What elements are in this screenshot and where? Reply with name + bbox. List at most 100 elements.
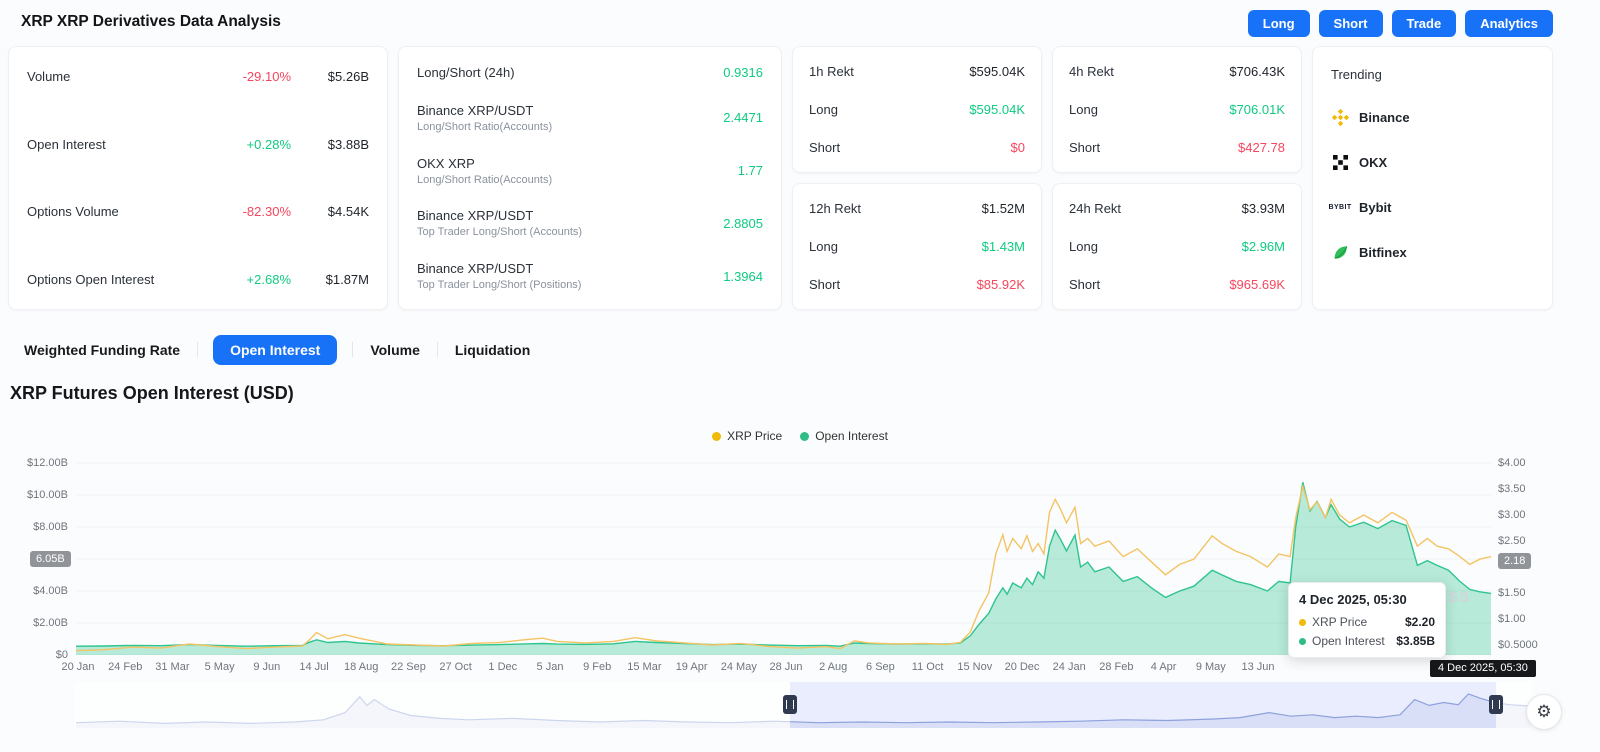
rekt-short-label: Short (1069, 140, 1100, 155)
axis-tick-label: 6 Sep (866, 661, 895, 673)
tooltip-series-label: Open Interest (1312, 634, 1390, 648)
overview-row-options-open-interest: Options Open Interest +2.68% $1.87M (27, 272, 369, 287)
trending-item-label: OKX (1359, 155, 1387, 170)
tab-liquidation[interactable]: Liquidation (453, 335, 532, 365)
rekt-card-24h: 24h Rekt$3.93M Long$2.96M Short$965.69K (1052, 183, 1302, 310)
navigator-left-mask (75, 682, 790, 728)
ratio-value: 2.4471 (723, 110, 763, 125)
ratio-value: 1.77 (738, 163, 763, 178)
trending-item-label: Binance (1359, 110, 1410, 125)
metric-value: $1.87M (291, 272, 369, 287)
axis-tick-label: 20 Jan (61, 661, 94, 673)
rekt-title: 24h Rekt (1069, 201, 1121, 216)
metric-label: Options Volume (27, 204, 199, 219)
trending-title: Trending (1331, 67, 1534, 82)
okx-icon (1331, 153, 1349, 171)
axis-tick-label: 20 Dec (1005, 661, 1040, 673)
rekt-long-label: Long (809, 102, 838, 117)
trending-card: Trending Binance OKX BYBIT Bybit Bitfine… (1312, 46, 1553, 310)
ratio-label: Binance XRP/USDT (417, 103, 723, 118)
chart-settings-button[interactable]: ⚙ (1526, 694, 1562, 730)
trade-button[interactable]: Trade (1392, 10, 1457, 37)
legend-item-xrp-price[interactable]: XRP Price (712, 429, 782, 443)
open-interest-chart-plot[interactable] (75, 458, 1492, 655)
overview-row-options-volume: Options Volume -82.30% $4.54K (27, 204, 369, 219)
ratio-row: Binance XRP/USDTTop Trader Long/Short (A… (417, 208, 763, 238)
rekt-short-value: $85.92K (977, 277, 1025, 292)
bitfinex-icon (1331, 243, 1349, 261)
navigator-right-handle[interactable] (1489, 695, 1503, 714)
tab-volume[interactable]: Volume (368, 335, 422, 365)
ratio-sublabel: Top Trader Long/Short (Positions) (417, 279, 723, 291)
rekt-long-value: $2.96M (1242, 239, 1285, 254)
navigator-selected-range[interactable] (790, 682, 1496, 728)
binance-icon (1331, 108, 1349, 126)
ratio-label: Long/Short (24h) (417, 65, 723, 80)
axis-tick-label: $4.00 (1498, 456, 1526, 470)
axis-tick-label: $2.00B (33, 616, 68, 630)
axis-tick-label: $1.00 (1498, 612, 1526, 626)
axis-tick-label: $0.5000 (1498, 638, 1538, 652)
metric-change: +0.28% (199, 137, 291, 152)
trending-item-binance[interactable]: Binance (1331, 108, 1534, 126)
ratio-row: Long/Short (24h) 0.9316 (417, 65, 763, 80)
navigator-left-handle[interactable] (783, 695, 797, 714)
rekt-short-value: $0 (1011, 140, 1025, 155)
tab-weighted-funding-rate[interactable]: Weighted Funding Rate (22, 335, 182, 365)
long-button[interactable]: Long (1248, 10, 1310, 37)
tab-open-interest[interactable]: Open Interest (213, 335, 337, 365)
axis-tick-label: 24 Jan (1053, 661, 1086, 673)
axis-tick-label: 9 Feb (583, 661, 611, 673)
tab-separator (437, 342, 438, 357)
tooltip-series-label: XRP Price (1312, 615, 1399, 629)
axis-tick-label: $2.50 (1498, 534, 1526, 548)
drag-handle-icon (1492, 700, 1500, 709)
rekt-total: $595.04K (969, 64, 1025, 79)
rekt-long-value: $706.01K (1229, 102, 1285, 117)
short-button[interactable]: Short (1319, 10, 1383, 37)
analytics-button[interactable]: Analytics (1465, 10, 1553, 37)
rekt-short-label: Short (1069, 277, 1100, 292)
trending-item-bybit[interactable]: BYBIT Bybit (1331, 198, 1534, 216)
ratio-value: 1.3964 (723, 269, 763, 284)
trending-item-bitfinex[interactable]: Bitfinex (1331, 243, 1534, 261)
axis-tick-label: 1 Dec (488, 661, 517, 673)
rekt-long-value: $595.04K (969, 102, 1025, 117)
rekt-total: $1.52M (982, 201, 1025, 216)
axis-tick-label: 24 May (721, 661, 757, 673)
legend-item-open-interest[interactable]: Open Interest (800, 429, 888, 443)
series-dot-icon (1299, 619, 1306, 626)
axis-tick-label: 28 Jun (769, 661, 802, 673)
ratio-label: Binance XRP/USDT (417, 261, 723, 276)
metric-label: Open Interest (27, 137, 199, 152)
trending-item-okx[interactable]: OKX (1331, 153, 1534, 171)
axis-tick-label: $4.00B (33, 584, 68, 598)
metric-value: $3.88B (291, 137, 369, 152)
axis-tick-label: 11 Oct (912, 661, 944, 673)
axis-tick-label: 9 Jun (253, 661, 280, 673)
axis-tick-label: 13 Jun (1241, 661, 1274, 673)
rekt-long-label: Long (1069, 239, 1098, 254)
legend-dot-icon (712, 432, 721, 441)
tooltip-series-value: $2.20 (1405, 615, 1435, 629)
axis-tick-label: 5 Jan (537, 661, 564, 673)
ratio-label: OKX XRP (417, 156, 738, 171)
axis-tick-label: $1.50 (1498, 586, 1526, 600)
ratio-value: 0.9316 (723, 65, 763, 80)
crosshair-left-axis-badge: 6.05B (30, 551, 71, 567)
axis-tick-label: 27 Oct (439, 661, 471, 673)
axis-tick-label: 22 Sep (391, 661, 426, 673)
derivatives-dashboard: XRP XRP Derivatives Data Analysis Long S… (0, 0, 1600, 752)
chart-legend: XRP Price Open Interest (0, 429, 1600, 443)
tooltip-row: XRP Price $2.20 (1299, 615, 1435, 629)
axis-tick-label: 2 Aug (819, 661, 847, 673)
rekt-title: 12h Rekt (809, 201, 861, 216)
legend-dot-icon (800, 432, 809, 441)
trending-item-label: Bybit (1359, 200, 1392, 215)
page-title: XRP XRP Derivatives Data Analysis (21, 13, 281, 31)
ratio-value: 2.8805 (723, 216, 763, 231)
market-overview-card: Volume -29.10% $5.26B Open Interest +0.2… (8, 46, 388, 310)
header-actions: Long Short Trade Analytics (1248, 10, 1553, 37)
ratio-row: Binance XRP/USDT Top Trader Long/Short (P… (417, 261, 763, 291)
bybit-icon: BYBIT (1331, 198, 1349, 216)
